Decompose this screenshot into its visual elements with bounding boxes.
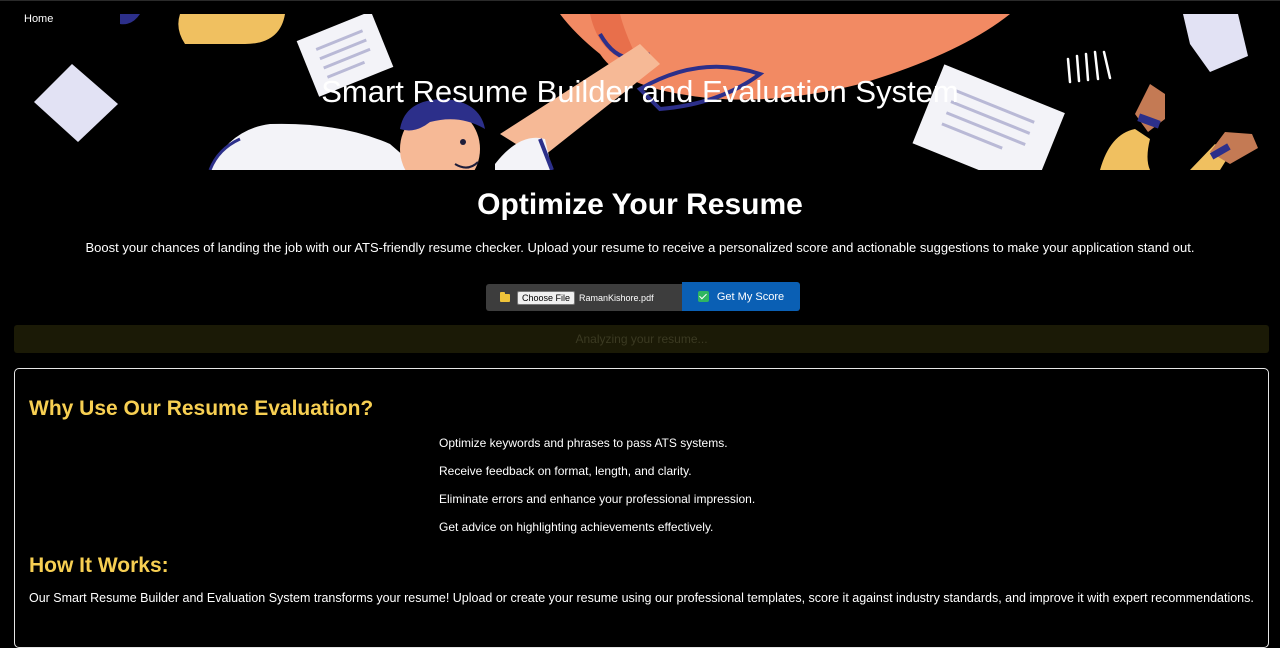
list-item: Optimize keywords and phrases to pass AT… bbox=[439, 436, 728, 450]
how-it-works-title: How It Works: bbox=[29, 554, 169, 577]
hero-title: Smart Resume Builder and Evaluation Syst… bbox=[321, 74, 959, 109]
get-my-score-button[interactable]: Get My Score bbox=[682, 282, 800, 311]
choose-file-button[interactable]: Choose File bbox=[517, 290, 576, 305]
file-input[interactable]: Choose File RamanKishore.pdf bbox=[486, 284, 682, 311]
how-it-works-text: Our Smart Resume Builder and Evaluation … bbox=[29, 591, 1254, 605]
benefits-list: Optimize keywords and phrases to pass AT… bbox=[439, 436, 755, 548]
upload-form: Choose File RamanKishore.pdf Get My Scor… bbox=[486, 282, 800, 311]
hero-banner: Smart Resume Builder and Evaluation Syst… bbox=[0, 14, 1280, 170]
folder-icon bbox=[500, 291, 510, 302]
list-item: Eliminate errors and enhance your profes… bbox=[439, 492, 756, 506]
analysis-status-bar: Analyzing your resume... bbox=[14, 325, 1269, 353]
why-section-title: Why Use Our Resume Evaluation? bbox=[29, 397, 374, 420]
list-item: Get advice on highlighting achievements … bbox=[439, 520, 714, 534]
analysis-status-text: Analyzing your resume... bbox=[575, 332, 708, 346]
get-my-score-label: Get My Score bbox=[716, 290, 785, 303]
list-item: Receive feedback on format, length, and … bbox=[439, 464, 692, 478]
info-panel: Why Use Our Resume Evaluation? Optimize … bbox=[14, 368, 1269, 648]
page-headline: Optimize Your Resume bbox=[477, 188, 803, 221]
top-border bbox=[0, 0, 1280, 1]
selected-file-name: RamanKishore.pdf bbox=[579, 292, 654, 303]
page-subtext: Boost your chances of landing the job wi… bbox=[85, 240, 1195, 255]
checkmark-icon bbox=[697, 291, 709, 302]
